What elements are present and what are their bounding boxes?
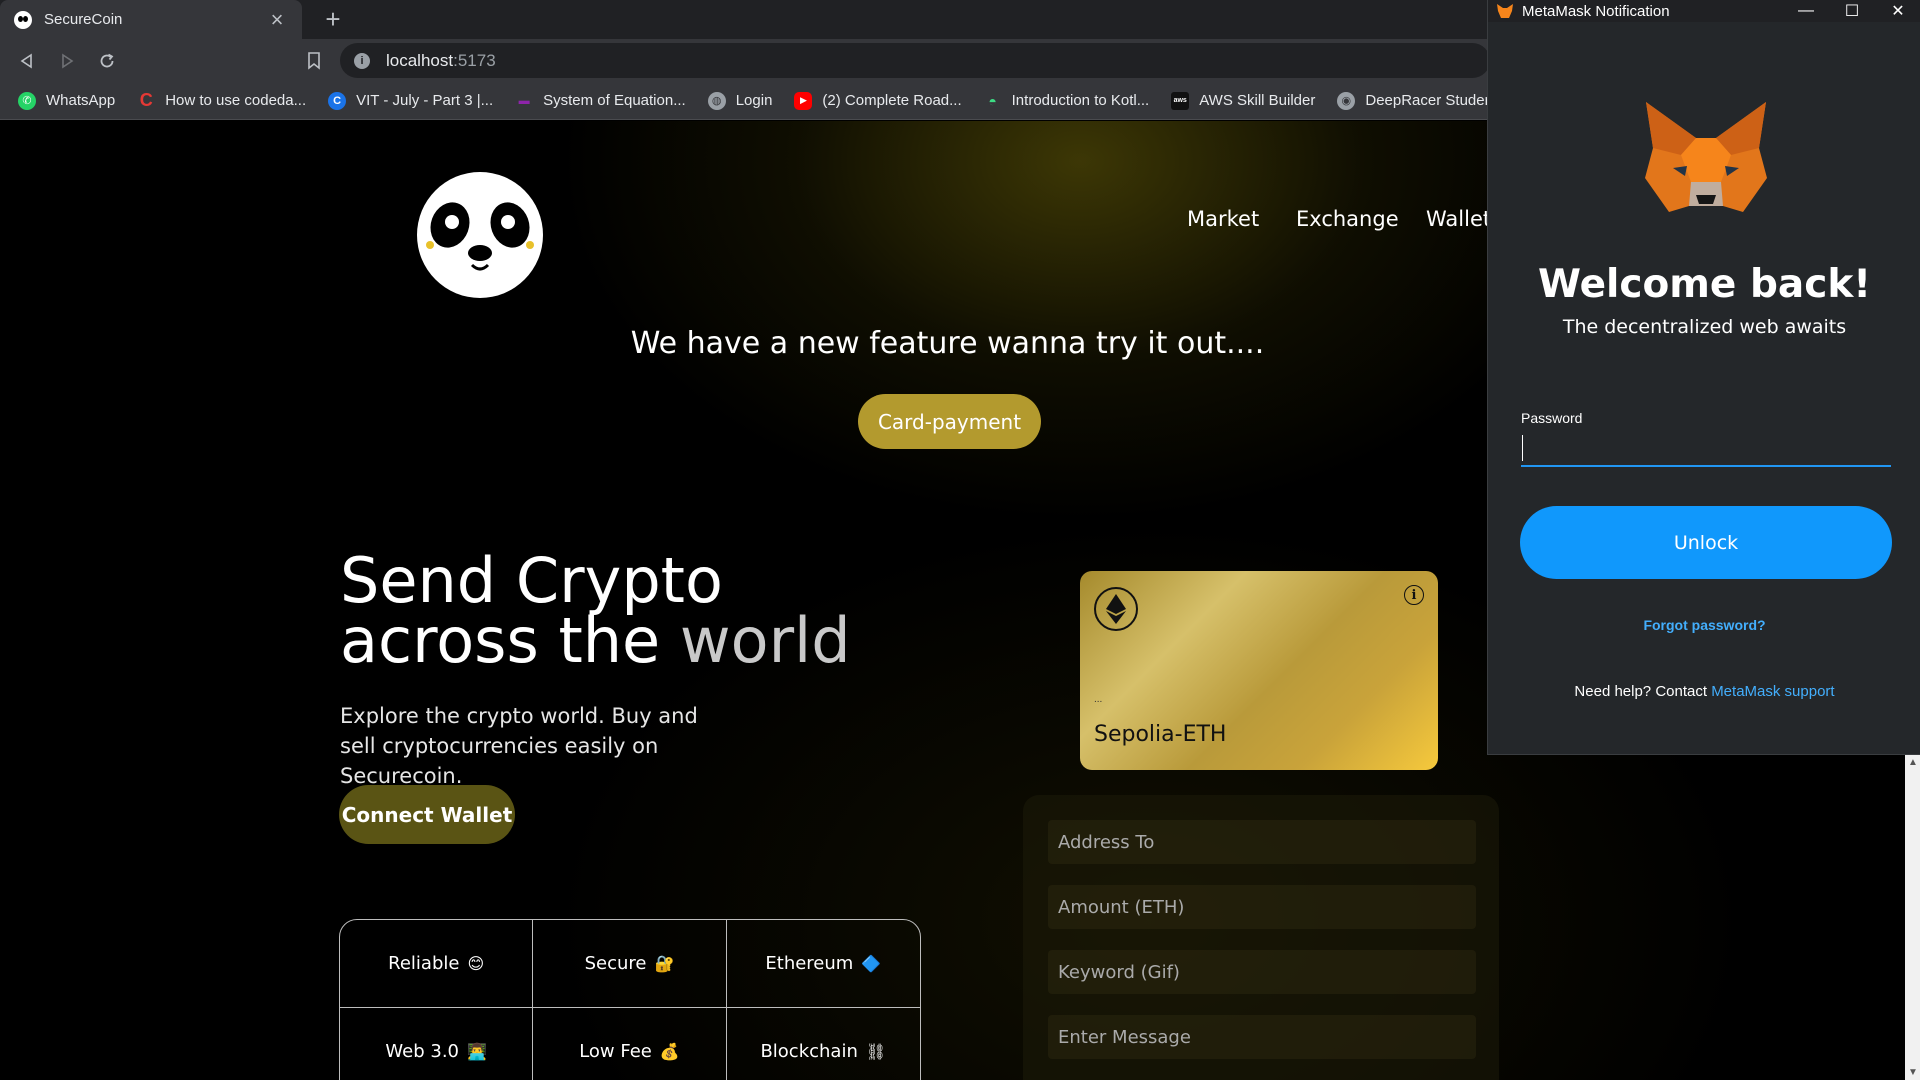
new-tab-button[interactable]: + [318,4,348,34]
info-icon[interactable]: i [1404,585,1424,605]
password-input[interactable] [1521,429,1891,467]
page-scrollbar[interactable] [1905,755,1920,1080]
tab-title: SecureCoin [44,11,123,28]
feature-web3: Web 3.0 👨‍💻 [340,1008,534,1080]
bookmark-kotlin[interactable]: ◓ Introduction to Kotl... [984,92,1149,110]
help-text: Need help? Contact MetaMask support [1574,683,1835,700]
money-bag-icon: 💰 [659,1042,680,1061]
globe-icon: ◍ [707,91,726,110]
send-form: Address To Amount (ETH) Keyword (Gif) En… [1023,795,1499,1080]
feature-blockchain: Blockchain ⛓ [727,1008,920,1080]
maximize-icon[interactable]: ☐ [1829,0,1875,22]
bookmark-youtube[interactable]: ▶ (2) Complete Road... [794,91,962,110]
hero-subtext: Explore the crypto world. Buy and sell c… [340,704,698,788]
window-title: MetaMask Notification [1522,2,1670,20]
password-label: Password [1521,410,1583,426]
feature-reliable: Reliable 😊 [340,920,534,1008]
developer-icon: 👨‍💻 [467,1042,487,1061]
panda-favicon-icon [14,10,32,29]
scroll-up-icon[interactable]: ▲ [1908,758,1918,768]
minimize-icon[interactable]: — [1783,0,1829,22]
whatsapp-icon: ✆ [18,91,36,110]
address-to-input[interactable]: Address To [1048,820,1476,864]
url-port: :5173 [453,50,496,70]
codedamn-icon: C [139,90,153,110]
site-info-icon[interactable]: i [354,52,370,69]
forgot-password-link[interactable]: Forgot password? [1488,617,1920,633]
metamask-support-link[interactable]: MetaMask support [1711,683,1834,700]
nav-exchange[interactable]: Exchange [1296,207,1399,231]
bookmark-aws[interactable]: aws AWS Skill Builder [1171,91,1315,110]
card-address: ... [1094,694,1103,705]
unlock-button[interactable]: Unlock [1520,506,1892,579]
bookmark-login[interactable]: ◍ Login [707,91,772,110]
ethereum-icon [1094,587,1138,631]
reload-button[interactable] [91,45,123,77]
android-icon: ◓ [988,92,997,109]
forward-button[interactable] [51,45,83,77]
youtube-icon: ▶ [794,91,813,110]
headline-line-2: across the world [340,604,851,677]
connect-wallet-button[interactable]: Connect Wallet [339,785,515,844]
keyword-input[interactable]: Keyword (Gif) [1048,950,1476,994]
features-grid: Reliable 😊 Secure 🔐 Ethereum 🔷 Web 3.0 👨‍💻 L… [339,919,921,1080]
tab-close-icon[interactable]: × [266,8,288,30]
scroll-down-icon[interactable]: ▼ [1908,1068,1918,1078]
panda-logo-icon[interactable] [395,145,565,305]
chain-icon: ⛓ [865,1042,887,1061]
message-input[interactable]: Enter Message [1048,1015,1476,1059]
welcome-tagline: The decentralized web awaits [1562,316,1847,338]
bookmark-icon [308,52,320,70]
reload-icon [100,53,114,68]
feature-ethereum: Ethereum 🔷 [726,920,920,1008]
bookmark-codedamn[interactable]: C How to use codeda... [137,90,306,110]
back-button[interactable] [11,45,43,77]
bookmark-deepracer[interactable]: ◉ DeepRacer Student... [1337,91,1510,110]
back-icon [20,53,32,69]
address-bar[interactable]: i localhost:5173 [340,43,1829,78]
bookmark-button[interactable] [298,45,330,77]
url-host: localhost [386,50,454,70]
card-network: Sepolia-ETH [1094,722,1227,747]
amount-input[interactable]: Amount (ETH) [1048,885,1476,929]
forward-icon [62,53,74,69]
metamask-popup: MetaMask Notification — ☐ ✕ Welcome back… [1487,0,1920,755]
lock-icon: 🔐 [654,954,675,973]
text-caret [1522,435,1523,461]
feature-low-fee: Low Fee 💰 [533,1008,727,1080]
coursera-icon: C [328,91,347,110]
close-icon[interactable]: ✕ [1875,0,1920,22]
tab-securecoin[interactable]: SecureCoin × [0,0,302,39]
smile-icon: 😊 [467,954,485,973]
bookmark-system-of-equation[interactable]: ▬ System of Equation... [515,92,686,110]
hero-headline: Send Crypto across the world [340,544,851,677]
aws-icon: aws [1171,91,1190,110]
card-payment-button[interactable]: Card-payment [858,394,1041,449]
deepracer-icon: ◉ [1337,91,1356,110]
metamask-fox-icon [1645,102,1767,212]
welcome-heading: Welcome back! [1537,262,1872,307]
bookmark-whatsapp[interactable]: ✆ WhatsApp [18,91,115,110]
metamask-fox-small-icon [1497,4,1513,18]
desmos-icon: ▬ [518,94,530,107]
feature-secure: Secure 🔐 [533,920,727,1008]
nav-market[interactable]: Market [1187,207,1259,231]
bookmark-vit[interactable]: C VIT - July - Part 3 |... [328,91,493,110]
diamond-icon: 🔷 [861,954,882,973]
headline-line-1: Send Crypto [340,544,723,617]
ethereum-card: i ... Sepolia-ETH [1080,571,1438,770]
